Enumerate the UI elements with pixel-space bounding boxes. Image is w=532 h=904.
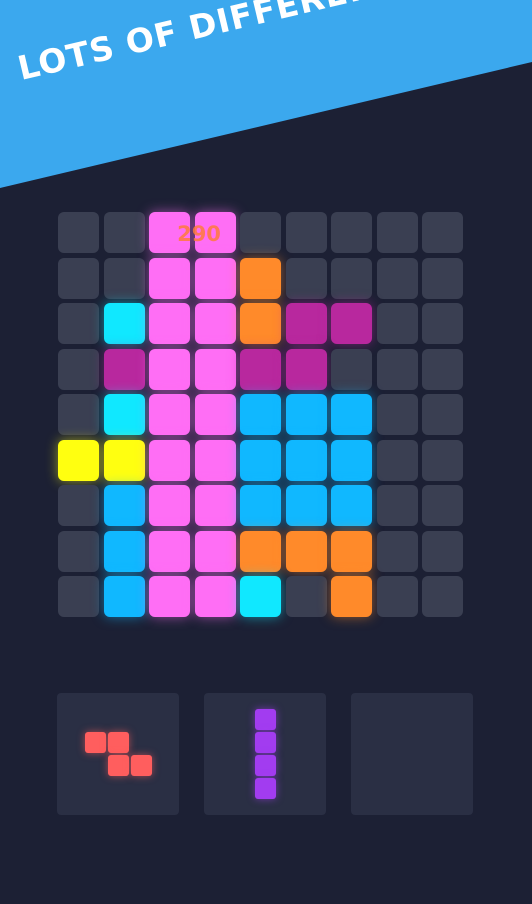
empty-cell[interactable] bbox=[58, 303, 99, 344]
piece-slot-2[interactable] bbox=[204, 693, 326, 815]
empty-cell[interactable] bbox=[58, 212, 99, 253]
z-piece-block[interactable] bbox=[84, 732, 106, 753]
empty-cell[interactable] bbox=[240, 212, 281, 253]
filled-cell[interactable] bbox=[149, 394, 190, 435]
filled-cell[interactable] bbox=[240, 348, 281, 390]
filled-cell[interactable] bbox=[240, 394, 281, 435]
empty-cell[interactable] bbox=[58, 485, 99, 526]
empty-cell[interactable] bbox=[376, 576, 418, 617]
filled-cell[interactable] bbox=[149, 439, 190, 481]
empty-cell[interactable] bbox=[331, 257, 372, 299]
i-piece-block[interactable] bbox=[254, 755, 276, 776]
z-piece-block[interactable] bbox=[107, 732, 129, 753]
filled-cell[interactable] bbox=[331, 439, 372, 481]
empty-cell[interactable] bbox=[285, 257, 327, 299]
filled-cell[interactable] bbox=[240, 303, 281, 344]
filled-cell[interactable] bbox=[285, 439, 327, 481]
empty-cell[interactable] bbox=[422, 212, 463, 253]
filled-cell[interactable] bbox=[149, 530, 190, 572]
empty-cell[interactable] bbox=[422, 530, 463, 572]
filled-cell[interactable] bbox=[331, 394, 372, 435]
empty-cell[interactable] bbox=[285, 576, 327, 617]
filled-cell[interactable] bbox=[285, 348, 327, 390]
empty-cell[interactable] bbox=[58, 530, 99, 572]
filled-cell[interactable] bbox=[149, 303, 190, 344]
i-piece-block[interactable] bbox=[254, 709, 276, 730]
filled-cell[interactable] bbox=[331, 530, 372, 572]
filled-cell[interactable] bbox=[194, 303, 236, 344]
filled-cell[interactable] bbox=[149, 348, 190, 390]
filled-cell[interactable] bbox=[285, 303, 327, 344]
empty-cell[interactable] bbox=[285, 212, 327, 253]
filled-cell[interactable] bbox=[194, 348, 236, 390]
filled-cell[interactable] bbox=[103, 394, 145, 435]
filled-cell[interactable] bbox=[331, 303, 372, 344]
filled-cell[interactable] bbox=[149, 485, 190, 526]
empty-cell[interactable] bbox=[376, 485, 418, 526]
filled-cell[interactable] bbox=[103, 576, 145, 617]
empty-cell[interactable] bbox=[58, 257, 99, 299]
filled-cell[interactable] bbox=[240, 576, 281, 617]
filled-cell[interactable] bbox=[149, 257, 190, 299]
empty-cell[interactable] bbox=[103, 212, 145, 253]
filled-cell[interactable] bbox=[149, 576, 190, 617]
filled-cell[interactable] bbox=[285, 394, 327, 435]
i-piece-block[interactable] bbox=[254, 778, 276, 799]
empty-cell[interactable] bbox=[422, 485, 463, 526]
empty-cell[interactable] bbox=[103, 257, 145, 299]
filled-cell[interactable] bbox=[194, 485, 236, 526]
empty-cell[interactable] bbox=[422, 303, 463, 344]
filled-cell[interactable] bbox=[194, 439, 236, 481]
empty-cell[interactable] bbox=[376, 212, 418, 253]
empty-cell[interactable] bbox=[376, 257, 418, 299]
empty-cell[interactable] bbox=[422, 394, 463, 435]
piece-slot-3[interactable] bbox=[351, 693, 473, 815]
filled-cell[interactable] bbox=[103, 439, 145, 481]
z-piece-block[interactable] bbox=[107, 755, 129, 776]
filled-cell[interactable] bbox=[240, 530, 281, 572]
filled-cell[interactable] bbox=[285, 530, 327, 572]
empty-cell[interactable] bbox=[376, 530, 418, 572]
filled-cell[interactable] bbox=[194, 394, 236, 435]
empty-cell[interactable] bbox=[422, 576, 463, 617]
empty-cell[interactable] bbox=[376, 439, 418, 481]
filled-cell[interactable] bbox=[103, 348, 145, 390]
game-board[interactable] bbox=[58, 212, 474, 628]
piece-slot-1[interactable] bbox=[57, 693, 179, 815]
empty-cell[interactable] bbox=[58, 576, 99, 617]
filled-cell[interactable] bbox=[103, 303, 145, 344]
empty-cell[interactable] bbox=[422, 257, 463, 299]
empty-cell[interactable] bbox=[422, 348, 463, 390]
score-display: 290 bbox=[177, 222, 221, 246]
empty-cell[interactable] bbox=[58, 394, 99, 435]
empty-cell[interactable] bbox=[331, 348, 372, 390]
i-piece-block[interactable] bbox=[254, 732, 276, 753]
filled-cell[interactable] bbox=[58, 439, 99, 481]
empty-cell[interactable] bbox=[331, 212, 372, 253]
filled-cell[interactable] bbox=[103, 530, 145, 572]
filled-cell[interactable] bbox=[331, 485, 372, 526]
empty-cell[interactable] bbox=[422, 439, 463, 481]
filled-cell[interactable] bbox=[285, 485, 327, 526]
empty-cell[interactable] bbox=[376, 348, 418, 390]
filled-cell[interactable] bbox=[194, 576, 236, 617]
filled-cell[interactable] bbox=[240, 439, 281, 481]
filled-cell[interactable] bbox=[194, 257, 236, 299]
filled-cell[interactable] bbox=[331, 576, 372, 617]
filled-cell[interactable] bbox=[240, 485, 281, 526]
filled-cell[interactable] bbox=[103, 485, 145, 526]
filled-cell[interactable] bbox=[240, 257, 281, 299]
filled-cell[interactable] bbox=[194, 530, 236, 572]
empty-cell[interactable] bbox=[376, 394, 418, 435]
z-piece-block[interactable] bbox=[130, 755, 152, 776]
empty-cell[interactable] bbox=[376, 303, 418, 344]
empty-cell[interactable] bbox=[58, 348, 99, 390]
